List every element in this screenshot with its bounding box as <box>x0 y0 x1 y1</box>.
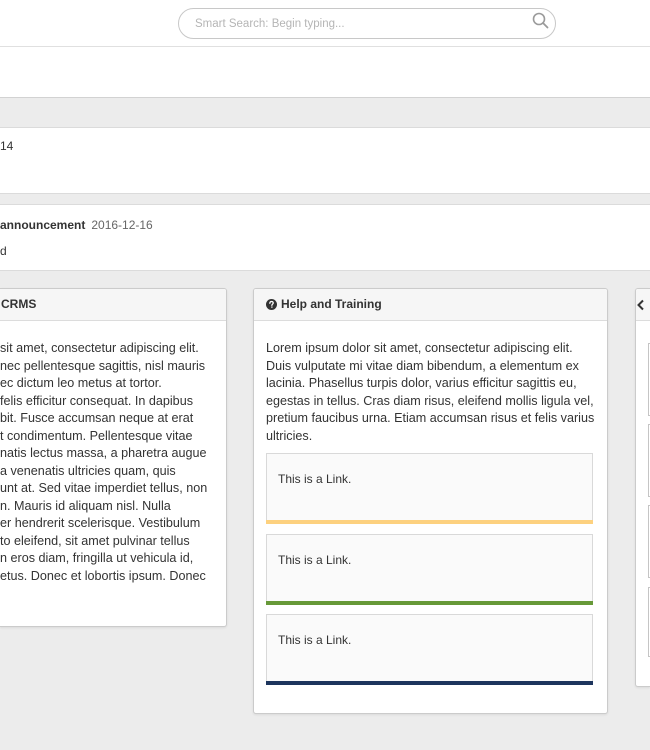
body-line: er hendrerit scelerisque. Vestibulum <box>0 516 201 530</box>
body-line: natis lectus massa, a pharetra augue <box>0 446 207 460</box>
link-color-bar <box>266 601 593 605</box>
card-title: Help and Training <box>281 297 382 311</box>
feed-item-text: 14 <box>0 139 14 153</box>
card-body: Lorem ipsum dolor sit amet, consectetur … <box>266 340 594 445</box>
right-card <box>635 288 650 687</box>
crms-card: CRMS sit amet, consectetur adipiscing el… <box>0 288 227 627</box>
question-circle-icon <box>266 299 277 310</box>
body-line: Duis vulputate mi vitae diam bibendum, a… <box>266 358 579 373</box>
link-tile[interactable]: This is a Link. <box>266 614 593 685</box>
link-color-bar <box>266 520 593 524</box>
body-line: n eros diam, fringilla ut vehicula id, <box>0 551 194 565</box>
card-header: CRMS <box>0 289 226 321</box>
feed-item-text: d <box>0 244 7 258</box>
body-line: n. Mauris id aliquam nisl. Nulla <box>0 498 171 513</box>
link-tile[interactable]: This is a Link. <box>266 453 593 524</box>
top-header <box>0 0 650 47</box>
body-line: bit. Fusce accumsan neque at erat <box>0 411 194 425</box>
card-title: CRMS <box>1 297 37 311</box>
link-label[interactable]: This is a Link. <box>278 471 351 487</box>
body-line: to eleifend, sit amet pulvinar tellus <box>0 533 190 548</box>
body-line: ultricies. <box>266 428 313 443</box>
body-line: t condimentum. Pellentesque vitae <box>0 428 193 443</box>
feed-item-date: 2016-12-16 <box>91 218 153 232</box>
link-label[interactable]: This is a Link. <box>278 552 351 568</box>
search-icon[interactable] <box>532 12 549 29</box>
body-line: etus. Donec et lobortis ipsum. Donec <box>0 568 206 583</box>
feed-item-heading: announcement 2016-12-16 <box>0 217 153 233</box>
help-and-training-card: Help and Training Lorem ipsum dolor sit … <box>253 288 608 714</box>
link-label[interactable]: This is a Link. <box>278 632 351 648</box>
feed-item-title[interactable]: announcement <box>0 218 85 232</box>
body-line: pretium faucibus urna. Etiam accumsan ri… <box>266 411 595 425</box>
body-line: unt at. Sed vitae imperdiet tellus, non <box>0 481 208 495</box>
feed-item: announcement 2016-12-16 d <box>0 204 650 271</box>
partial-header-icon <box>637 299 644 311</box>
feed-item: 14 <box>0 127 650 194</box>
body-line: egestas in tellus. Cras diam risus, elei… <box>266 393 594 408</box>
link-tile[interactable]: This is a Link. <box>266 534 593 605</box>
body-line: Lorem ipsum dolor sit amet, consectetur … <box>266 341 573 355</box>
body-line: sit amet, consectetur adipiscing elit. <box>0 341 199 355</box>
body-line: lacinia. Phasellus turpis dolor, varius … <box>266 376 577 390</box>
body-line: ec dictum leo metus at tortor. <box>0 376 162 390</box>
body-line: felis efficitur consequat. In dapibus <box>0 393 193 408</box>
card-body: sit amet, consectetur adipiscing elit. n… <box>0 340 207 585</box>
card-header <box>636 289 650 321</box>
body-line: nec pellentesque sagittis, nisl mauris <box>0 358 206 373</box>
link-color-bar <box>266 681 593 685</box>
body-line: a venenatis ultricies quam, quis <box>0 463 176 478</box>
smart-search-input[interactable] <box>178 8 556 39</box>
card-header: Help and Training <box>254 289 607 321</box>
nav-strip <box>0 47 650 98</box>
